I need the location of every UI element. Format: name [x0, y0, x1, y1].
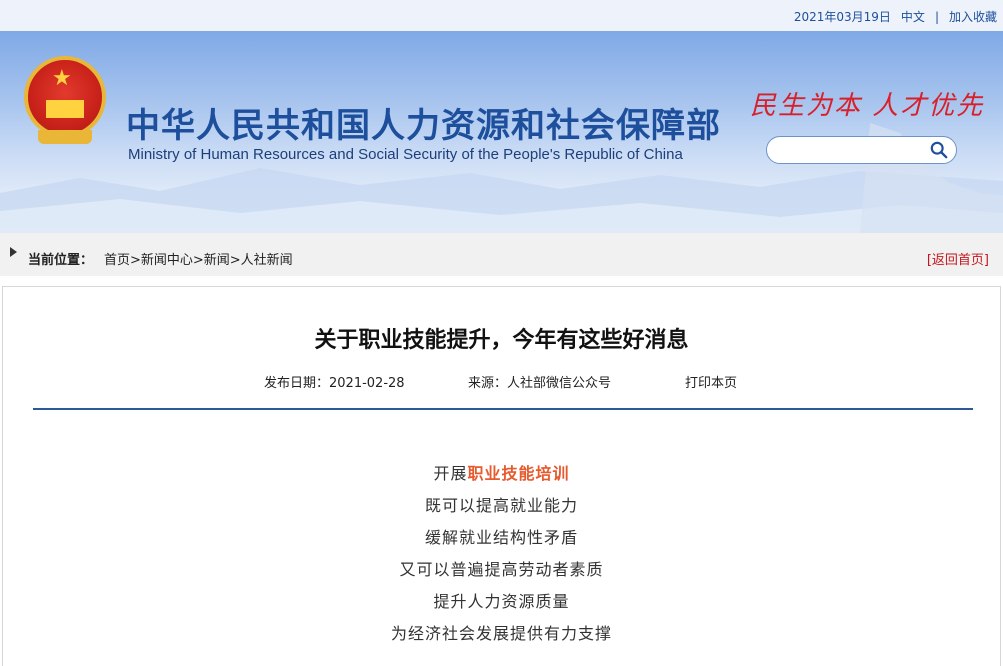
highlight-text: 职业技能培训: [467, 464, 570, 483]
search-icon[interactable]: [930, 141, 948, 159]
search-input[interactable]: [777, 141, 931, 161]
back-home-link[interactable]: [返回首页]: [927, 249, 989, 268]
gate-icon: [46, 100, 84, 118]
site-title-en: Ministry of Human Resources and Social S…: [128, 146, 683, 163]
ribbon-icon: [38, 130, 92, 144]
triangle-right-icon: [10, 247, 17, 257]
article-title: 关于职业技能提升，今年有这些好消息: [314, 328, 689, 353]
search-box[interactable]: [766, 136, 957, 164]
national-emblem-icon: ★: [24, 56, 106, 144]
breadcrumb-path[interactable]: 首页>新闻中心>新闻>人社新闻: [104, 249, 293, 268]
body-line: 缓解就业结构性矛盾: [424, 528, 578, 547]
body-line: 开展职业技能培训: [0, 458, 1003, 490]
body-line-prefix: 开展: [433, 464, 468, 483]
body-line: 为经济社会发展提供有力支撑: [390, 624, 612, 643]
print-button[interactable]: 打印本页: [685, 372, 737, 391]
star-icon: ★: [52, 66, 72, 91]
top-separator: |: [934, 9, 939, 24]
publish-date: 发布日期：2021-02-28: [264, 376, 405, 391]
title-divider: [33, 408, 973, 410]
top-bar: 2021年03月19日 中文 | 加入收藏: [0, 0, 1003, 31]
article-body: 开展职业技能培训 既可以提高就业能力 缓解就业结构性矛盾 又可以普遍提高劳动者素…: [0, 458, 1003, 650]
site-title-cn: 中华人民共和国人力资源和社会保障部: [126, 106, 721, 146]
slogan: 民生为本 人才优先: [750, 91, 985, 121]
breadcrumb-label: 当前位置：: [28, 253, 94, 268]
article-source: 来源：人社部微信公众号: [468, 376, 612, 391]
language-link[interactable]: 中文: [901, 8, 925, 25]
body-line: 既可以提高就业能力: [424, 496, 578, 515]
body-line: 又可以普遍提高劳动者素质: [399, 560, 604, 579]
current-date: 2021年03月19日: [793, 10, 891, 24]
top-links: 2021年03月19日 中文 | 加入收藏: [794, 8, 997, 25]
body-line: 提升人力资源质量: [433, 592, 570, 611]
bookmark-link[interactable]: 加入收藏: [949, 8, 997, 25]
breadcrumb: 当前位置： 首页>新闻中心>新闻>人社新闻 [返回首页]: [0, 233, 1003, 276]
